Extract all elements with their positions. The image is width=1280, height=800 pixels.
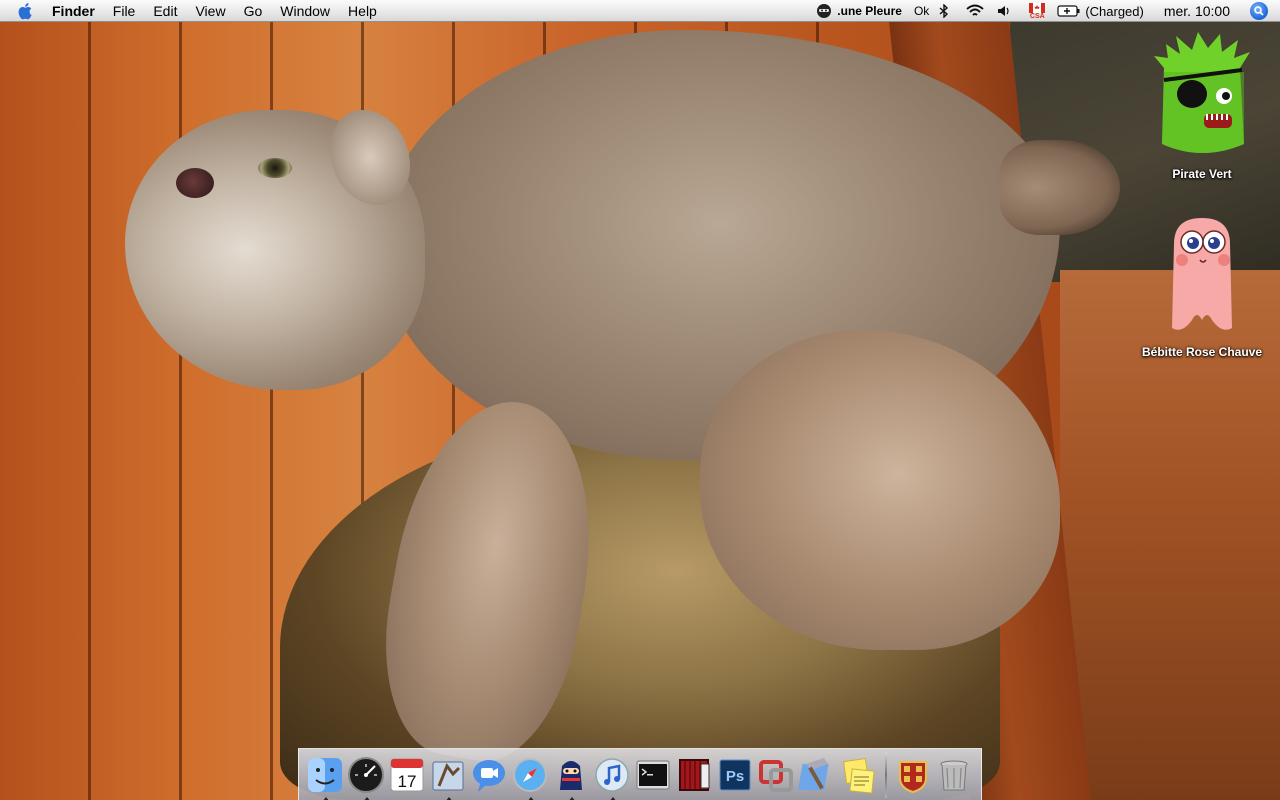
terminal-icon — [636, 760, 670, 789]
dock-item-parallels[interactable] — [756, 753, 796, 797]
battery-status-item[interactable]: (Charged) — [1057, 4, 1144, 19]
input-source-label: CSA — [1029, 12, 1045, 20]
wallpaper-lynx-tail — [1000, 140, 1120, 235]
itunes-icon — [595, 757, 629, 792]
dock-item-dashboard[interactable] — [346, 753, 386, 800]
ninja-app-icon — [560, 760, 582, 790]
dock: 17 Ps — [298, 748, 982, 800]
parallels-icon — [759, 759, 793, 792]
dock-item-mail[interactable] — [428, 753, 468, 800]
green-pirate-monster-icon — [1154, 32, 1250, 153]
user-status-label: .une Pleure — [837, 4, 902, 18]
dock-item-xcode[interactable] — [797, 753, 837, 797]
mail-icon — [432, 761, 464, 790]
input-source-flag[interactable]: CSA — [1029, 2, 1046, 20]
dock-item-trash[interactable] — [934, 753, 974, 797]
menu-view[interactable]: View — [195, 3, 225, 19]
spotlight-icon[interactable] — [1250, 2, 1268, 20]
running-indicator — [568, 796, 576, 800]
menu-go[interactable]: Go — [244, 3, 263, 19]
desktop-icon-label: Pirate Vert — [1172, 167, 1232, 181]
dock-item-photo-booth[interactable] — [674, 753, 714, 797]
dock-item-ninja-app[interactable] — [551, 753, 591, 800]
desktop-wallpaper — [0, 0, 1280, 800]
trash-icon — [940, 760, 968, 790]
menu-help[interactable]: Help — [348, 3, 377, 19]
running-indicator — [363, 796, 371, 800]
dock-item-photoshop[interactable]: Ps — [715, 753, 755, 797]
menu-finder[interactable]: Finder — [52, 3, 95, 19]
xcode-icon — [798, 757, 829, 790]
menu-extras: .une Pleure Ok CSA (Charged) mer. 10:00 — [816, 0, 1280, 22]
running-indicator — [445, 796, 453, 800]
running-indicator — [322, 796, 330, 800]
ninja-status-icon — [817, 4, 832, 18]
dock-item-ichat[interactable] — [469, 753, 509, 797]
finder-icon — [308, 757, 342, 792]
dock-item-coat-of-arms[interactable] — [893, 753, 933, 797]
canada-flag-icon — [1029, 2, 1046, 13]
photoshop-icon: Ps — [719, 759, 751, 790]
dock-item-stickies[interactable] — [838, 753, 878, 797]
desktop-icon-pirate-vert[interactable]: Pirate Vert — [1127, 32, 1277, 181]
dashboard-icon — [348, 756, 384, 793]
stickies-icon — [843, 757, 875, 794]
wifi-icon[interactable] — [965, 4, 985, 18]
pink-monster-icon — [1172, 218, 1232, 330]
ichat-icon — [473, 759, 505, 792]
safari-icon — [513, 757, 547, 792]
wallpaper-lynx-nose — [176, 168, 214, 198]
menu-window[interactable]: Window — [280, 3, 330, 19]
desktop-icon-bebitte-rose-chauve[interactable]: Bébitte Rose Chauve — [1127, 216, 1277, 359]
ical-icon: 17 — [390, 758, 424, 791]
menu-edit[interactable]: Edit — [153, 3, 177, 19]
dock-item-ical[interactable]: 17 — [387, 753, 427, 797]
menu-file[interactable]: File — [113, 3, 136, 19]
dock-item-itunes[interactable] — [592, 753, 632, 800]
wallpaper-lynx-eye — [258, 158, 292, 178]
dock-item-terminal[interactable] — [633, 753, 673, 797]
running-indicator — [527, 796, 535, 800]
ok-status-item[interactable]: Ok — [914, 4, 929, 18]
dock-item-finder[interactable] — [305, 753, 345, 800]
battery-label: (Charged) — [1085, 3, 1144, 19]
user-status-item[interactable]: .une Pleure — [816, 3, 902, 19]
volume-icon[interactable] — [997, 5, 1011, 17]
bluetooth-icon[interactable] — [939, 4, 949, 18]
battery-icon — [1057, 5, 1080, 17]
menu-bar: Finder File Edit View Go Window Help .un… — [0, 0, 1280, 22]
photo-booth-icon — [679, 758, 710, 791]
coat-of-arms-icon — [899, 760, 927, 793]
dock-separator — [885, 751, 887, 798]
dock-item-safari[interactable] — [510, 753, 550, 800]
menubar-clock[interactable]: mer. 10:00 — [1164, 3, 1230, 19]
photoshop-text: Ps — [726, 768, 744, 785]
apple-menu-icon[interactable] — [14, 1, 38, 21]
desktop-icon-label: Bébitte Rose Chauve — [1141, 345, 1263, 359]
ical-date: 17 — [398, 772, 417, 791]
running-indicator — [609, 796, 617, 800]
